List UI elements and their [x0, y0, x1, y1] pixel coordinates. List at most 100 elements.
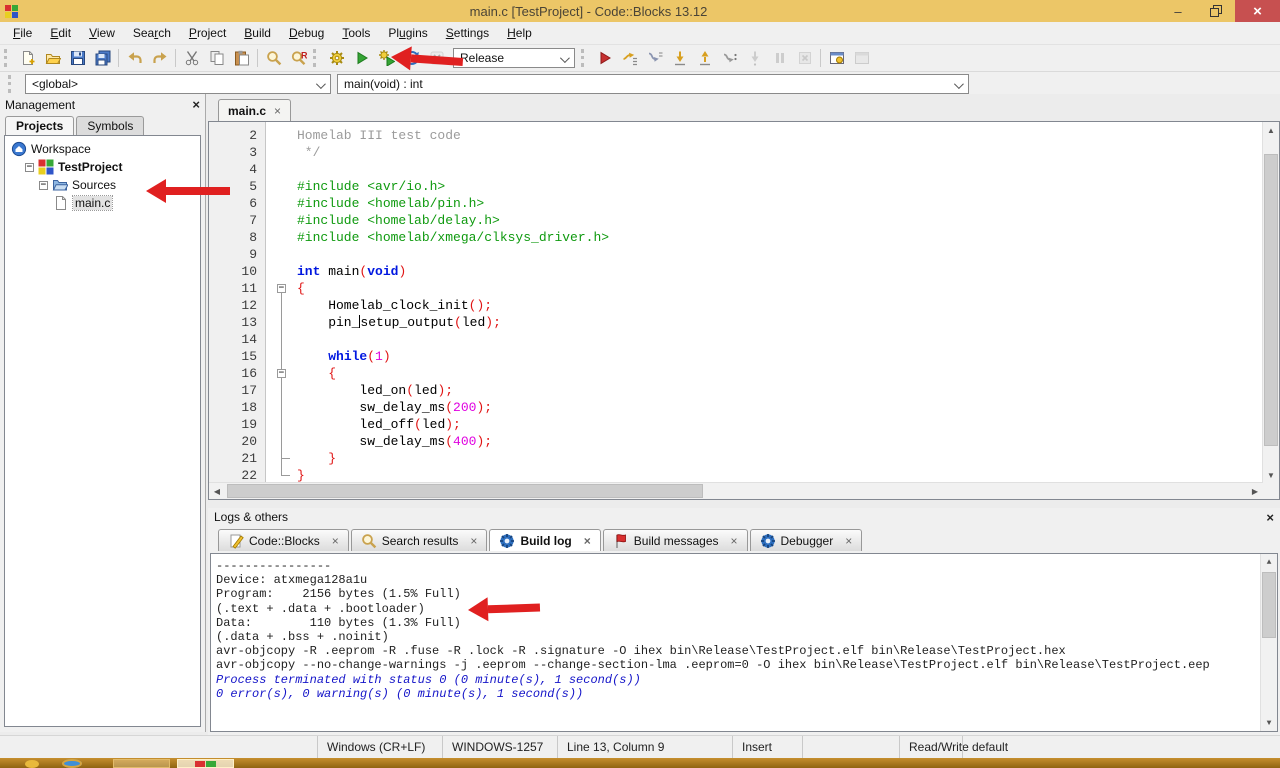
- code-line-15[interactable]: 15 while(1): [209, 348, 1263, 365]
- code-line-5[interactable]: 5#include <avr/io.h>: [209, 178, 1263, 195]
- paste-icon[interactable]: [229, 46, 254, 70]
- scrollbar-thumb[interactable]: [1262, 572, 1276, 638]
- menu-file[interactable]: File: [4, 24, 41, 42]
- step-into-icon[interactable]: [667, 46, 692, 70]
- debugging-windows-icon[interactable]: [824, 46, 849, 70]
- rebuild-icon[interactable]: [399, 46, 424, 70]
- log-tab-close-icon[interactable]: ×: [845, 534, 852, 548]
- build-icon[interactable]: [324, 46, 349, 70]
- scope-select[interactable]: <global>: [25, 74, 331, 94]
- debug-continue-icon[interactable]: [592, 46, 617, 70]
- run-icon[interactable]: [349, 46, 374, 70]
- build-and-run-icon[interactable]: [374, 46, 399, 70]
- tree-item-main-c[interactable]: main.c: [5, 194, 200, 212]
- log-vertical-scrollbar[interactable]: ▲ ▼: [1260, 554, 1277, 731]
- logs-close-button[interactable]: ×: [1266, 510, 1274, 525]
- undo-icon[interactable]: [122, 46, 147, 70]
- log-tab-close-icon[interactable]: ×: [470, 534, 477, 548]
- step-into-instruction-icon[interactable]: [742, 46, 767, 70]
- menu-search[interactable]: Search: [124, 24, 180, 42]
- tree-item-workspace[interactable]: Workspace: [5, 140, 200, 158]
- code-line-19[interactable]: 19 led_off(led);: [209, 416, 1263, 433]
- taskbar-icon[interactable]: [25, 760, 39, 768]
- code-line-8[interactable]: 8#include <homelab/xmega/clksys_driver.h…: [209, 229, 1263, 246]
- code-line-17[interactable]: 17 led_on(led);: [209, 382, 1263, 399]
- taskbar-app-button[interactable]: [113, 759, 170, 768]
- title-bar[interactable]: main.c [TestProject] - Code::Blocks 13.1…: [0, 0, 1280, 22]
- redo-icon[interactable]: [147, 46, 172, 70]
- build-target-select[interactable]: Release: [453, 48, 575, 68]
- code-line-11[interactable]: 11−{: [209, 280, 1263, 297]
- fold-margin[interactable]: −: [267, 365, 297, 382]
- editor-tab-main-c[interactable]: main.c ×: [218, 99, 291, 121]
- code-line-13[interactable]: 13 pin_setup_output(led);: [209, 314, 1263, 331]
- code-line-10[interactable]: 10int main(void): [209, 263, 1263, 280]
- scroll-down-icon[interactable]: ▼: [1261, 715, 1277, 731]
- editor-vertical-scrollbar[interactable]: ▲ ▼: [1262, 122, 1279, 483]
- new-file-icon[interactable]: [15, 46, 40, 70]
- scroll-right-icon[interactable]: ▶: [1247, 483, 1263, 499]
- menu-debug[interactable]: Debug: [280, 24, 333, 42]
- scroll-up-icon[interactable]: ▲: [1261, 554, 1277, 570]
- tab-projects[interactable]: Projects: [5, 116, 74, 135]
- code-line-9[interactable]: 9: [209, 246, 1263, 263]
- stop-debugger-icon[interactable]: [792, 46, 817, 70]
- next-line-icon[interactable]: [642, 46, 667, 70]
- log-tab-close-icon[interactable]: ×: [584, 534, 591, 548]
- editor-tab-close-icon[interactable]: ×: [274, 104, 281, 118]
- find-icon[interactable]: [261, 46, 286, 70]
- log-tab-code-blocks[interactable]: Code::Blocks×: [218, 529, 349, 551]
- code-line-7[interactable]: 7#include <homelab/delay.h>: [209, 212, 1263, 229]
- log-tab-search-results[interactable]: Search results×: [351, 529, 488, 551]
- toolbar-grip[interactable]: [8, 75, 15, 93]
- windows-taskbar[interactable]: [0, 758, 1280, 768]
- code-line-2[interactable]: 2Homelab III test code: [209, 127, 1263, 144]
- replace-icon[interactable]: R: [286, 46, 311, 70]
- pause-icon[interactable]: [767, 46, 792, 70]
- fold-margin[interactable]: −: [267, 280, 297, 297]
- editor-horizontal-scrollbar[interactable]: ◀ ▶: [209, 482, 1263, 499]
- tree-item-sources[interactable]: −Sources: [5, 176, 200, 194]
- toolbar-grip[interactable]: [313, 49, 320, 67]
- code-line-21[interactable]: 21 }: [209, 450, 1263, 467]
- scrollbar-thumb[interactable]: [1264, 154, 1278, 446]
- taskbar-codeblocks-button[interactable]: [177, 759, 234, 768]
- scroll-up-icon[interactable]: ▲: [1263, 122, 1279, 138]
- save-all-icon[interactable]: [90, 46, 115, 70]
- menu-edit[interactable]: Edit: [41, 24, 80, 42]
- menu-project[interactable]: Project: [180, 24, 235, 42]
- scroll-left-icon[interactable]: ◀: [209, 483, 225, 499]
- log-tab-close-icon[interactable]: ×: [332, 534, 339, 548]
- log-tab-build-log[interactable]: Build log×: [489, 529, 600, 551]
- menu-plugins[interactable]: Plugins: [379, 24, 436, 42]
- minimize-button[interactable]: –: [1159, 0, 1197, 22]
- management-close-button[interactable]: ×: [192, 97, 200, 112]
- code-line-14[interactable]: 14: [209, 331, 1263, 348]
- toolbar-grip[interactable]: [581, 49, 588, 67]
- save-file-icon[interactable]: [65, 46, 90, 70]
- toolbar-grip[interactable]: [4, 49, 11, 67]
- horizontal-splitter[interactable]: [208, 500, 1280, 508]
- close-button[interactable]: ×: [1235, 0, 1280, 22]
- tree-expander-icon[interactable]: −: [25, 163, 34, 172]
- log-tab-build-messages[interactable]: Build messages×: [603, 529, 748, 551]
- menu-build[interactable]: Build: [235, 24, 280, 42]
- tree-item-testproject[interactable]: −TestProject: [5, 158, 200, 176]
- code-line-4[interactable]: 4: [209, 161, 1263, 178]
- abort-icon[interactable]: [424, 46, 449, 70]
- copy-icon[interactable]: [204, 46, 229, 70]
- code-line-18[interactable]: 18 sw_delay_ms(200);: [209, 399, 1263, 416]
- menu-tools[interactable]: Tools: [333, 24, 379, 42]
- code-line-12[interactable]: 12 Homelab_clock_init();: [209, 297, 1263, 314]
- run-to-cursor-icon[interactable]: [617, 46, 642, 70]
- code-line-6[interactable]: 6#include <homelab/pin.h>: [209, 195, 1263, 212]
- scroll-down-icon[interactable]: ▼: [1263, 467, 1279, 483]
- scrollbar-thumb[interactable]: [227, 484, 703, 498]
- menu-help[interactable]: Help: [498, 24, 541, 42]
- code-line-16[interactable]: 16− {: [209, 365, 1263, 382]
- menu-view[interactable]: View: [80, 24, 124, 42]
- tree-expander-icon[interactable]: −: [39, 181, 48, 190]
- code-line-3[interactable]: 3 */: [209, 144, 1263, 161]
- tab-symbols[interactable]: Symbols: [76, 116, 144, 135]
- step-out-icon[interactable]: [692, 46, 717, 70]
